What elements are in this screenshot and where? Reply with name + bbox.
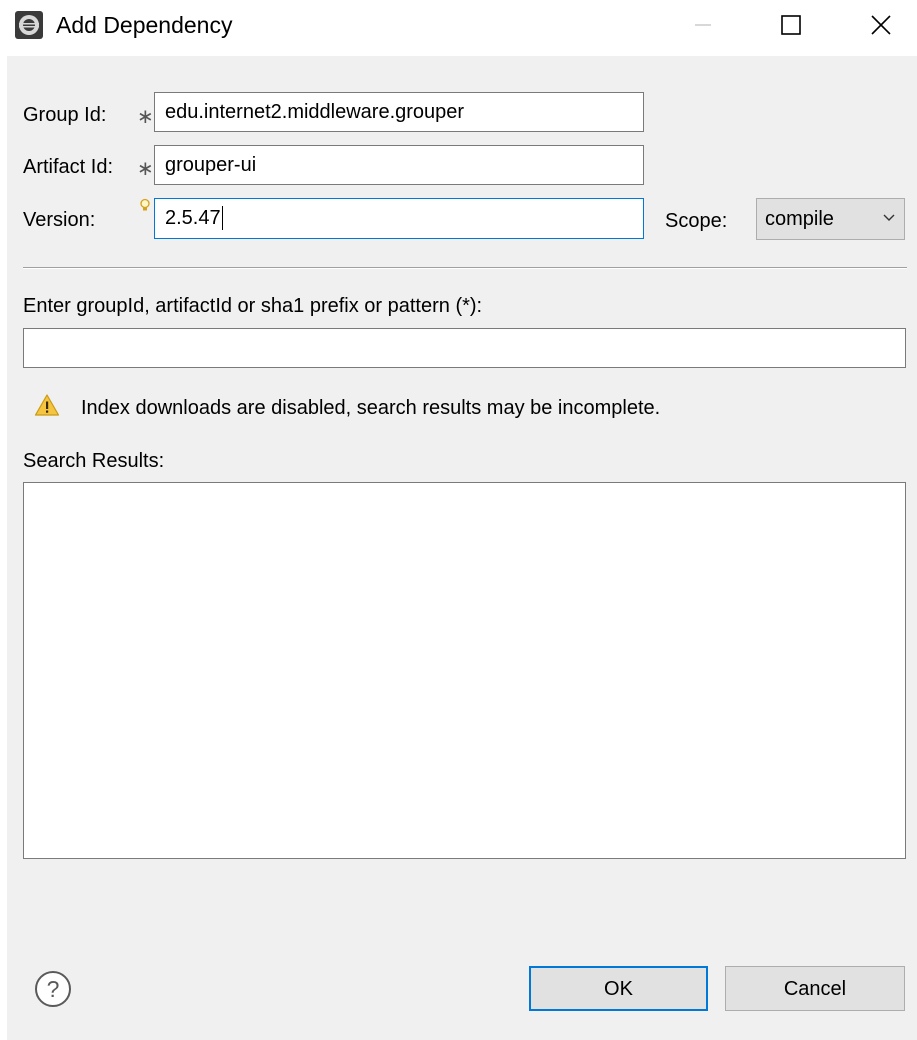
group-id-label: Group Id:	[23, 104, 107, 126]
dialog-body: Group Id: ∗ edu.internet2.middleware.gro…	[7, 56, 917, 1040]
scope-label: Scope:	[665, 210, 728, 232]
separator	[23, 267, 907, 269]
scope-select[interactable]: compile	[756, 198, 905, 240]
window-title: Add Dependency	[56, 12, 233, 38]
close-button[interactable]	[858, 0, 903, 50]
version-field[interactable]: 2.5.47	[154, 198, 644, 239]
index-warning-text: Index downloads are disabled, search res…	[81, 397, 661, 419]
search-prompt-label: Enter groupId, artifactId or sha1 prefix…	[23, 295, 483, 317]
version-value: 2.5.47	[165, 207, 221, 229]
lightbulb-icon	[140, 198, 150, 211]
maximize-icon	[780, 15, 801, 35]
search-results-list[interactable]	[23, 482, 906, 859]
scope-selected-value: compile	[765, 208, 834, 230]
search-results-label: Search Results:	[23, 450, 165, 472]
artifact-id-label: Artifact Id:	[23, 156, 114, 178]
help-icon[interactable]: ?	[33, 969, 73, 1009]
warning-icon	[34, 394, 60, 416]
svg-text:?: ?	[47, 976, 60, 1002]
title-bar: Add Dependency	[0, 0, 917, 50]
group-id-required-marker: ∗	[137, 106, 154, 128]
search-input[interactable]	[23, 328, 906, 368]
ok-button[interactable]: OK	[529, 966, 708, 1011]
minimize-button[interactable]	[680, 0, 725, 50]
eclipse-icon	[15, 11, 43, 39]
maximize-button[interactable]	[768, 0, 813, 50]
version-label: Version:	[23, 209, 96, 231]
chevron-down-icon	[883, 214, 895, 221]
group-id-field[interactable]: edu.internet2.middleware.grouper	[154, 92, 644, 132]
text-caret	[221, 206, 224, 230]
close-icon	[870, 15, 891, 35]
artifact-id-required-marker: ∗	[137, 158, 154, 180]
artifact-id-field[interactable]: grouper-ui	[154, 145, 644, 185]
cancel-button[interactable]: Cancel	[725, 966, 905, 1011]
minimize-icon	[694, 24, 711, 26]
